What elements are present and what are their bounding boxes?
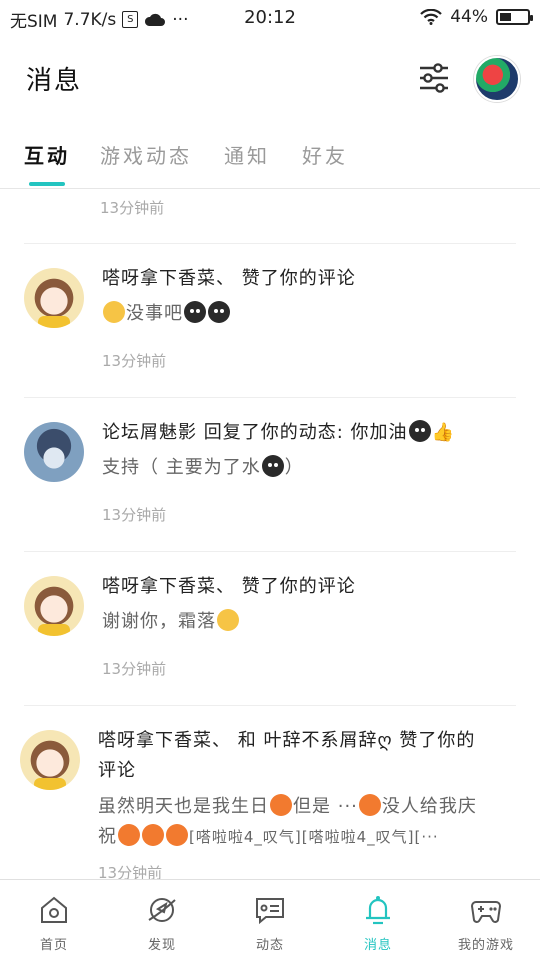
page-title: 消息 [26,66,83,96]
comment-text: 祝 [98,826,117,847]
nav-label: 动态 [255,938,284,953]
home-icon [41,896,67,923]
notification-title: 论坛屑魅影 回复了你的动态: 你加油 👍 [102,418,455,448]
grimace-emoji-icon [103,301,125,323]
notification-title-continued: 评论 [98,760,136,781]
avatar[interactable] [20,730,80,790]
nav-my-games[interactable]: 我的游戏 [432,880,540,961]
comment-text: 没事吧 [126,303,183,324]
nav-label: 发现 [147,938,176,953]
timestamp: 13分钟前 [100,199,165,217]
nav-feed[interactable]: 动态 [216,880,324,961]
comment-content-continued: 祝 [嗒啦啦4_叹气][嗒啦啦4_叹气][··· [98,822,518,852]
list-item[interactable]: 嗒呀拿下香菜、 赞了你的评论 谢谢你，霜落 13分钟前 [0,552,540,705]
nav-label: 首页 [39,938,68,953]
battery-icon [496,9,533,25]
action-text: 赞了你的评论 [235,576,356,597]
notification-title: 嗒呀拿下香菜、 赞了你的评论 [102,572,356,602]
action-text: 回复了你的动态: 你加油 [197,422,408,443]
timestamp: 13分钟前 [102,352,167,370]
header: 消息 [0,48,540,108]
comment-text: 但是 ··· [293,796,358,817]
message-feed[interactable]: 13分钟前 嗒呀拿下香菜、 赞了你的评论 没事吧 13分钟前 论坛屑魅影 回复了… [0,189,540,879]
username[interactable]: 嗒呀拿下香菜、 [98,730,231,751]
feed-icon [256,898,284,925]
bell-icon [366,896,390,925]
avatar[interactable] [24,268,84,328]
dark-face-emoji-icon [208,301,230,323]
crying-emoji-icon [142,824,164,846]
avatar[interactable] [24,422,84,482]
comment-text: 虽然明天也是我生日 [98,796,269,817]
grin-emoji-icon [217,609,239,631]
thumbs-up-icon: 👍 [431,422,455,443]
crying-emoji-icon [118,824,140,846]
comment-text-end: ） [284,457,304,478]
wifi-icon [420,9,442,25]
comment-content: 虽然明天也是我生日 但是 ··· 没人给我庆 [98,792,518,822]
timestamp: 13分钟前 [98,864,163,879]
list-item[interactable]: 嗒呀拿下香菜、 赞了你的评论 没事吧 13分钟前 [0,244,540,397]
filter-settings-icon[interactable] [416,60,452,96]
dark-face-emoji-icon [261,455,284,477]
battery-percent: 44% [450,7,488,27]
nav-messages[interactable]: 消息 [324,880,432,961]
tab-notifications[interactable]: 通知 [224,140,270,169]
tab-game-updates[interactable]: 游戏动态 [100,140,192,169]
comment-text: [嗒啦啦4_叹气][嗒啦啦4_叹气][··· [189,828,439,846]
bottom-nav: 首页 发现 动态 消息 我的游戏 [0,879,540,961]
tab-friends[interactable]: 好友 [302,140,348,169]
comment-text: 没人给我庆 [381,796,477,817]
username[interactable]: 嗒呀拿下香菜、 [102,576,235,597]
list-item[interactable]: 嗒呀拿下香菜、 和 叶辞不系屑辞ღ 赞了你的 评论 虽然明天也是我生日 但是 ··… [0,706,540,879]
comment-content: 谢谢你，霜落 [102,607,240,637]
action-text: 赞了你的评论 [235,268,356,289]
timestamp: 13分钟前 [102,506,167,524]
username[interactable]: 论坛屑魅影 [102,422,197,443]
dark-face-emoji-icon [408,420,431,442]
discover-icon [148,898,176,922]
notification-title: 嗒呀拿下香菜、 赞了你的评论 [102,264,356,294]
action-text: 和 叶辞不系屑辞ღ 赞了你的 [231,730,476,751]
comment-text: 支持（ 主要为了水 [102,457,261,478]
comment-content: 支持（ 主要为了水 ） [102,453,304,483]
sad-emoji-icon [270,794,292,816]
tab-interaction[interactable]: 互动 [24,140,70,169]
nav-label: 消息 [363,938,392,953]
comment-text: 谢谢你，霜落 [102,611,216,632]
username[interactable]: 嗒呀拿下香菜、 [102,268,235,289]
user-avatar[interactable] [474,56,520,102]
nav-label: 我的游戏 [457,938,514,953]
gamepad-icon [470,901,502,923]
crying-emoji-icon [166,824,188,846]
timestamp: 13分钟前 [102,660,167,678]
angry-emoji-icon [358,794,381,816]
status-right: 44% [420,7,533,27]
dark-face-emoji-icon [184,301,206,323]
nav-home[interactable]: 首页 [0,880,108,961]
nav-discover[interactable]: 发现 [108,880,216,961]
list-item[interactable]: 论坛屑魅影 回复了你的动态: 你加油 👍 支持（ 主要为了水 ） 13分钟前 [0,398,540,551]
status-bar: 无SIM 7.7K/s S ··· 20:12 44% [0,0,540,36]
avatar[interactable] [24,576,84,636]
comment-content: 没事吧 [102,299,231,329]
message-tabs: 互动 游戏动态 通知 好友 [0,132,540,189]
notification-title: 嗒呀拿下香菜、 和 叶辞不系屑辞ღ 赞了你的 [98,726,518,756]
active-tab-indicator [29,182,65,186]
battery-fill [500,13,511,21]
